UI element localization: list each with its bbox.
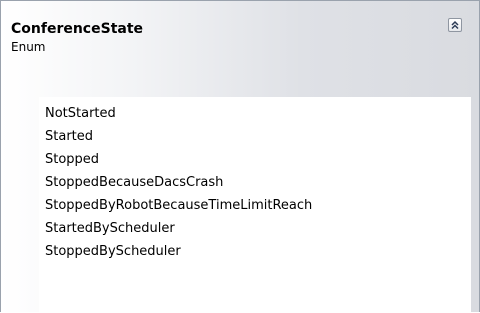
enum-member-item[interactable]: NotStarted: [45, 102, 312, 125]
enum-member-item[interactable]: StartedByScheduler: [45, 217, 312, 240]
enum-member-list: NotStarted Started Stopped StoppedBecaus…: [45, 102, 312, 263]
enum-member-item[interactable]: StoppedByRobotBecauseTimeLimitReach: [45, 194, 312, 217]
enum-member-item[interactable]: Started: [45, 125, 312, 148]
collapse-button[interactable]: [448, 18, 462, 32]
shape-title[interactable]: ConferenceState: [11, 21, 439, 37]
shape-header: ConferenceState Enum: [11, 21, 439, 54]
double-chevron-up-icon: [451, 20, 459, 30]
enum-members-panel: NotStarted Started Stopped StoppedBecaus…: [39, 97, 471, 313]
shape-subtitle: Enum: [11, 40, 46, 54]
enum-member-item[interactable]: StoppedByScheduler: [45, 240, 312, 263]
enum-shape[interactable]: ConferenceState Enum NotStarted Started …: [0, 0, 480, 313]
enum-member-item[interactable]: Stopped: [45, 148, 312, 171]
enum-member-item[interactable]: StoppedBecauseDacsCrash: [45, 171, 312, 194]
